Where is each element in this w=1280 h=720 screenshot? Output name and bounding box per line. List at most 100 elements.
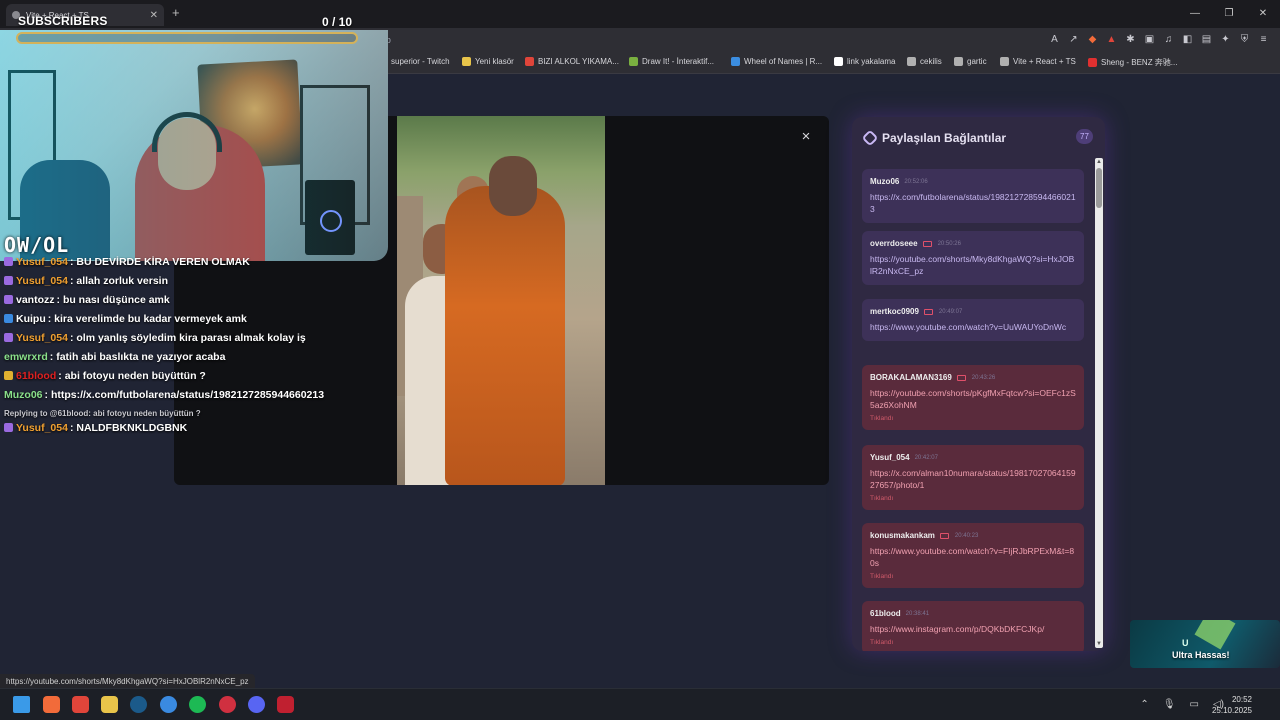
screenshot-icon[interactable]: ▣ (1143, 33, 1156, 46)
link-card[interactable]: mertkoc0909 20:49:07 https://www.youtube.c… (862, 299, 1084, 341)
bookmark-item[interactable]: Draw It! - İnteraktif... (629, 57, 714, 66)
wallet-icon[interactable]: ▤ (1200, 33, 1213, 46)
bookmark-item[interactable]: Sheng - BENZ 奔驰... (1088, 57, 1177, 68)
link-card-clicked-status: Tıklandı (870, 639, 894, 646)
link-card[interactable]: BORAKALAMAN3169 20:43:26 https://youtube.c… (862, 365, 1084, 430)
link-card-user: Yusuf_054 (870, 453, 910, 462)
link-card-header: 61blood 20:38:41 (870, 609, 1076, 618)
video-figure (489, 156, 537, 216)
toolbar-icons: A ↗ ◆ ▲ ✱ ▣ ♫ ◧ ▤ ✦ ⛨ ≡ (1048, 33, 1270, 46)
link-card-time: 20:38:41 (905, 610, 930, 617)
chat-text: NALDFBKNKLDGBNK (76, 422, 188, 434)
panel-scrollbar[interactable]: ▲ ▼ (1095, 158, 1103, 648)
tray-chevron-icon[interactable]: ⌃ (1140, 699, 1148, 710)
bookmark-favicon-icon (525, 57, 534, 66)
bookmark-item[interactable]: cekilis (907, 57, 942, 66)
link-card-url[interactable]: https://www.instagram.com/p/DQKbDKFCJKp/ (870, 623, 1076, 635)
link-card-header: konusmakankam 20:40:23 (870, 531, 1076, 540)
taskbar-clock[interactable]: 20:52 25.10.2025 (1212, 694, 1252, 716)
modal-close-icon[interactable]: × (799, 129, 813, 144)
brave-shield-icon[interactable]: ◆ (1086, 33, 1099, 46)
shared-video-preview[interactable] (397, 116, 605, 485)
link-card-user: Muzo06 (870, 177, 900, 186)
subscribers-label: SUBSCRIBERS (18, 14, 108, 28)
vpn-icon[interactable]: ⛨ (1238, 33, 1251, 46)
share-icon[interactable]: ↗ (1067, 33, 1080, 46)
windows-start-icon[interactable] (13, 696, 30, 713)
chat-message: emwrxrd: fatih abi baslıkta ne yazıyor a… (4, 351, 225, 363)
alert-line2: Ultra Hassas! (1172, 650, 1230, 660)
restore-icon[interactable]: ❐ (1212, 0, 1246, 28)
translate-icon[interactable]: A (1048, 33, 1061, 46)
chat-badge-icon (4, 371, 13, 380)
bookmark-favicon-icon (629, 57, 638, 66)
minimize-icon[interactable]: — (1178, 0, 1212, 28)
chat-text: fatih abi baslıkta ne yazıyor acaba (56, 351, 226, 363)
tab-close-icon[interactable]: ✕ (150, 10, 158, 21)
new-tab-icon[interactable]: + (172, 5, 180, 20)
window-close-icon[interactable]: ✕ (1246, 0, 1280, 28)
app-red-icon[interactable] (219, 696, 236, 713)
status-bar-url: https://youtube.com/shorts/Mky8dKhgaWQ?s… (0, 674, 255, 689)
subscribers-goal-bar (16, 32, 358, 44)
app-blue-icon[interactable] (160, 696, 177, 713)
network-icon[interactable]: ▭ (1190, 699, 1199, 710)
chat-username: Kuipu (16, 313, 46, 325)
link-card-header: overrdoseee 20:50:26 (870, 239, 1076, 248)
youtube-icon (922, 240, 932, 247)
bookmark-item[interactable]: superior - Twitch (378, 57, 450, 66)
link-card-header: mertkoc0909 20:49:07 (870, 307, 1076, 316)
link-card[interactable]: Yusuf_054 20:42:07 https://x.com/alman10nu… (862, 445, 1084, 510)
link-card[interactable]: konusmakankam 20:40:23 https://www.youtube… (862, 523, 1084, 588)
screen: Vite + React + TS ✕ + — ❐ ✕ linkyakalama… (0, 0, 1280, 720)
app-video-icon[interactable] (277, 696, 294, 713)
bookmark-label: Draw It! - İnteraktif... (642, 57, 715, 66)
bookmark-item[interactable]: Vite + React + TS (1000, 57, 1076, 66)
link-card-url[interactable]: https://x.com/futbolarena/status/1982127… (870, 191, 1076, 215)
rewards-icon[interactable]: ▲ (1105, 33, 1118, 46)
tab-strip: Vite + React + TS ✕ + — ❐ ✕ (0, 0, 1280, 28)
bookmark-item[interactable]: link yakalama (834, 57, 895, 66)
chat-username: Yusuf_054 (16, 332, 68, 344)
chat-username: Muzo06 (4, 389, 43, 401)
link-card-url[interactable]: https://www.youtube.com/watch?v=UuWAUYoD… (870, 321, 1076, 333)
link-card-url[interactable]: https://www.youtube.com/watch?v=FIjRJbRP… (870, 545, 1076, 569)
file-explorer-icon[interactable] (101, 696, 118, 713)
panel-header: Paylaşılan Bağlantılar (861, 129, 1006, 147)
menu-icon[interactable]: ≡ (1257, 33, 1270, 46)
scrollbar-thumb[interactable] (1096, 168, 1102, 208)
bookmark-item[interactable]: Yeni klasör (462, 57, 514, 66)
spotify-icon[interactable] (189, 696, 206, 713)
brave-icon[interactable] (43, 696, 60, 713)
microphone-icon[interactable]: 🎙 (1163, 699, 1176, 710)
maps-icon[interactable] (72, 696, 89, 713)
bookmark-item[interactable]: Wheel of Names | R... (731, 57, 822, 66)
media-icon[interactable]: ♫ (1162, 33, 1175, 46)
link-card-user: mertkoc0909 (870, 307, 919, 316)
link-card[interactable]: Muzo06 20:52:06 https://x.com/futbolarena/… (862, 169, 1084, 223)
extensions-icon[interactable]: ✱ (1124, 33, 1137, 46)
discord-icon[interactable] (248, 696, 265, 713)
youtube-icon (956, 374, 966, 381)
link-card-url[interactable]: https://youtube.com/shorts/pKgfMxFqtcw?s… (870, 387, 1076, 411)
scroll-up-icon[interactable]: ▲ (1095, 158, 1103, 166)
chat-message: vantozz: bu nası düşünce amk (4, 294, 170, 306)
leo-icon[interactable]: ✦ (1219, 33, 1232, 46)
taskbar: ⌃ 🎙 ▭ ◁) 20:52 25.10.2025 (0, 688, 1280, 720)
sidebar-icon[interactable]: ◧ (1181, 33, 1194, 46)
scroll-down-icon[interactable]: ▼ (1095, 640, 1103, 648)
bookmark-item[interactable]: BIZI ALKOL YIKAMA... (525, 57, 619, 66)
chat-username: 61blood (16, 370, 57, 382)
link-card-url[interactable]: https://x.com/alman10numara/status/19817… (870, 467, 1076, 491)
bookmark-item[interactable]: gartic (954, 57, 987, 66)
link-card[interactable]: overrdoseee 20:50:26 https://youtube.com/s… (862, 231, 1084, 285)
chat-message: Yusuf_054: BU DEVİRDE KİRA VEREN OLMAK (4, 256, 250, 268)
bookmark-favicon-icon (954, 57, 963, 66)
chat-message: Muzo06: https://x.com/futbolarena/status… (4, 389, 324, 401)
webcam-overlay (0, 30, 388, 261)
link-card[interactable]: 61blood 20:38:41 https://www.instagram.com… (862, 601, 1084, 651)
link-card-clicked-status: Tıklandı (870, 415, 894, 422)
steam-icon[interactable] (130, 696, 147, 713)
link-card-url[interactable]: https://youtube.com/shorts/Mky8dKhgaWQ?s… (870, 253, 1076, 277)
brand-logo: OW/OL (4, 233, 70, 257)
